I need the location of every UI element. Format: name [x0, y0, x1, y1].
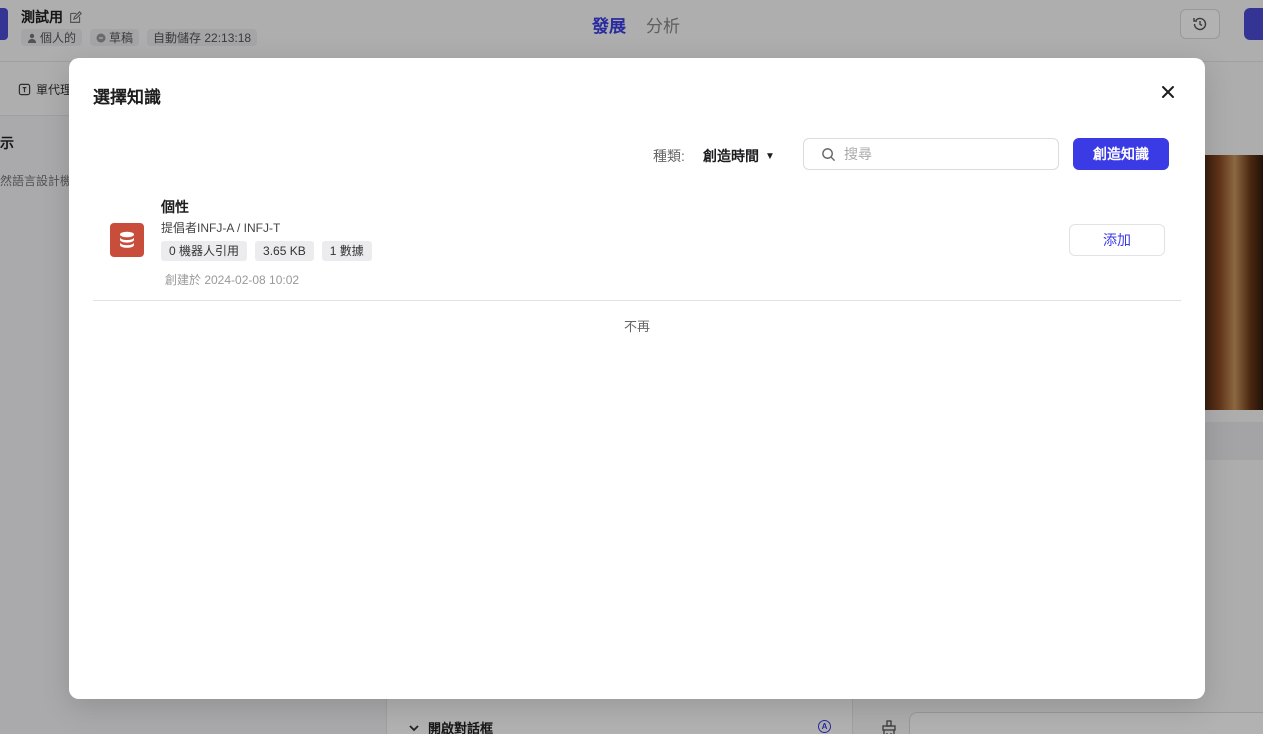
create-knowledge-button[interactable]: 創造知識: [1073, 138, 1169, 170]
search-input[interactable]: [844, 146, 1044, 162]
sort-dropdown[interactable]: 創造時間 ▼: [703, 146, 775, 166]
modal-title: 選擇知識: [93, 88, 161, 107]
end-of-list: 不再: [623, 319, 650, 334]
bot-reference-tag: 0 機器人引用: [161, 241, 248, 261]
close-icon: [1162, 86, 1174, 98]
knowledge-list-item: 個性 提倡者INFJ-A / INFJ-T 0 機器人引用 3.65 KB 1 …: [93, 190, 1181, 301]
search-icon: [822, 147, 836, 161]
database-icon: [110, 223, 144, 257]
size-tag: 3.65 KB: [255, 241, 314, 261]
knowledge-description: 提倡者INFJ-A / INFJ-T: [161, 221, 281, 235]
knowledge-name: 個性: [161, 199, 189, 215]
close-button[interactable]: [1157, 81, 1179, 103]
add-knowledge-button[interactable]: 添加: [1069, 224, 1165, 256]
data-count-tag: 1 數據: [321, 241, 372, 261]
sort-label: 種類:: [653, 148, 685, 164]
knowledge-tags: 0 機器人引用 3.65 KB 1 數據: [161, 241, 372, 261]
sort-value: 創造時間: [703, 148, 759, 164]
knowledge-created: 創建於 2024-02-08 10:02: [165, 271, 299, 288]
select-knowledge-modal: 選擇知識 種類: 創造時間 ▼ 創造知識 個性 提倡者INFJ-A / INFJ…: [69, 58, 1205, 699]
caret-down-icon: ▼: [765, 150, 775, 162]
search-box[interactable]: [803, 138, 1059, 170]
created-text: 創建於 2024-02-08 10:02: [165, 273, 300, 287]
